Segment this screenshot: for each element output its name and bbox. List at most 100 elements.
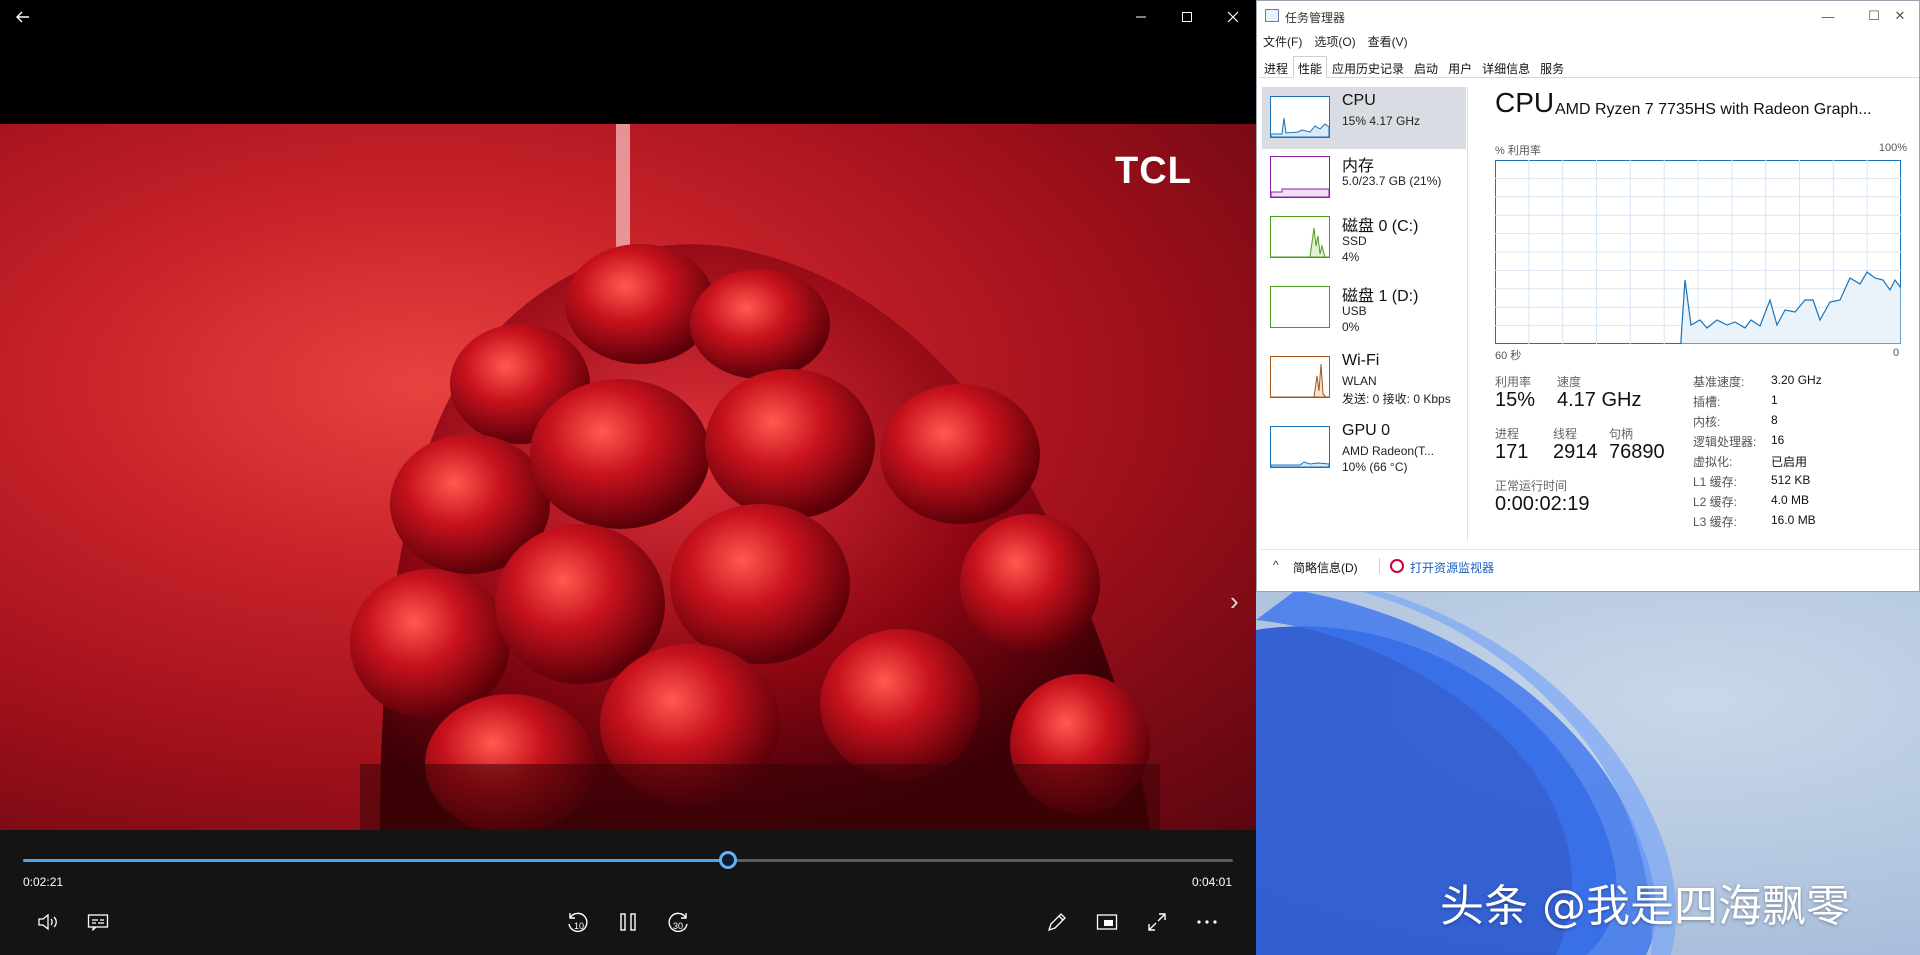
sidebar-label: 内存 — [1342, 158, 1375, 175]
forward-30-icon: 30 — [668, 912, 688, 933]
video-frame[interactable]: TCL › — [0, 124, 1256, 830]
back-arrow-icon — [16, 11, 29, 23]
tab-startup[interactable]: 启动 — [1409, 56, 1443, 78]
more-dots-icon — [1197, 920, 1217, 924]
sidebar-sub: SSD — [1342, 234, 1367, 248]
chevron-up-icon[interactable]: ^ — [1273, 558, 1279, 572]
minimize-icon — [1136, 16, 1146, 18]
spec-value: 1 — [1771, 393, 1778, 407]
sidebar-item-cpu[interactable]: CPU 15% 4.17 GHz — [1262, 87, 1466, 149]
task-manager-titlebar: 任务管理器 — ☐ ✕ — [1257, 1, 1919, 31]
time-elapsed: 0:02:21 — [23, 875, 64, 889]
fullscreen-button[interactable] — [1137, 902, 1177, 942]
maximize-button[interactable] — [1164, 0, 1210, 34]
sidebar-sub: AMD Radeon(T... — [1342, 444, 1435, 458]
tab-bar: 进程 性能 应用历史记录 启动 用户 详细信息 服务 — [1259, 56, 1919, 78]
spec-value: 已启用 — [1771, 455, 1808, 469]
tm-close-button[interactable]: ✕ — [1877, 1, 1920, 31]
sidebar-sub: 5.0/23.7 GB (21%) — [1342, 174, 1442, 188]
gpu-mini-graph — [1270, 426, 1330, 468]
back-button[interactable] — [0, 0, 46, 34]
sidebar-label: 磁盘 0 (C:) — [1342, 218, 1419, 235]
cpu-mini-graph — [1270, 96, 1330, 138]
svg-text:10: 10 — [574, 921, 584, 931]
sidebar-label: GPU 0 — [1342, 422, 1391, 439]
next-chevron-icon[interactable]: › — [1230, 586, 1239, 617]
resource-monitor-icon — [1390, 559, 1404, 573]
sidebar-label: 磁盘 1 (D:) — [1342, 288, 1419, 305]
menu-view[interactable]: 查看(V) — [1368, 33, 1408, 50]
stat-processes-value: 171 — [1495, 441, 1529, 463]
spec-label: 虚拟化: — [1693, 455, 1733, 469]
stat-utilization-value: 15% — [1495, 389, 1536, 411]
sidebar-item-wifi[interactable]: Wi-Fi WLAN 发送: 0 接收: 0 Kbps — [1262, 347, 1466, 409]
sidebar-sub: 15% 4.17 GHz — [1342, 114, 1421, 128]
memory-mini-graph — [1270, 156, 1330, 198]
tm-minimize-button[interactable]: — — [1805, 1, 1851, 31]
stat-processes-label: 进程 — [1495, 427, 1520, 441]
volume-icon — [38, 913, 57, 931]
seek-thumb[interactable] — [719, 851, 738, 869]
tab-users[interactable]: 用户 — [1443, 56, 1477, 78]
sidebar-item-memory[interactable]: 内存 5.0/23.7 GB (21%) — [1262, 147, 1466, 209]
spec-label: 逻辑处理器: — [1693, 435, 1757, 449]
spec-value: 8 — [1771, 413, 1778, 427]
rewind-10-button[interactable]: 10 — [558, 902, 598, 942]
sidebar-sub: WLAN — [1342, 374, 1377, 388]
pause-icon — [620, 913, 636, 931]
sidebar-sub: 发送: 0 接收: 0 Kbps — [1342, 392, 1451, 406]
subtitles-button[interactable] — [78, 902, 118, 942]
stat-utilization-label: 利用率 — [1495, 375, 1532, 389]
seek-bar[interactable] — [23, 851, 1233, 869]
rewind-10-icon: 10 — [568, 912, 588, 933]
tab-details[interactable]: 详细信息 — [1477, 56, 1535, 78]
wifi-mini-graph — [1270, 356, 1330, 398]
task-manager-window: 任务管理器 — ☐ ✕ 文件(F) 选项(O) 查看(V) 进程 性能 应用历史… — [1256, 0, 1920, 592]
tab-processes[interactable]: 进程 — [1259, 56, 1293, 78]
fullscreen-icon — [1148, 913, 1166, 931]
mini-view-button[interactable] — [1087, 902, 1127, 942]
stat-handles-label: 句柄 — [1609, 427, 1634, 441]
stat-threads-value: 2914 — [1553, 441, 1598, 463]
tab-services[interactable]: 服务 — [1535, 56, 1569, 78]
sidebar-sub: 10% (66 °C) — [1342, 460, 1408, 474]
spec-value: 3.20 GHz — [1771, 373, 1822, 387]
menu-file[interactable]: 文件(F) — [1263, 33, 1302, 50]
task-manager-footer: ^ 简略信息(D) 打开资源监视器 — [1259, 549, 1919, 585]
task-manager-app-icon — [1265, 9, 1279, 22]
forward-30-button[interactable]: 30 — [658, 902, 698, 942]
spec-value: 16.0 MB — [1771, 513, 1816, 527]
disk0-mini-graph — [1270, 216, 1330, 258]
media-player-window: TCL › 0:02:21 0:04:01 10 30 — [0, 0, 1256, 955]
fewer-details-link[interactable]: 简略信息(D) — [1293, 559, 1358, 576]
menu-options[interactable]: 选项(O) — [1314, 33, 1355, 50]
sidebar-item-disk-0[interactable]: 磁盘 0 (C:) SSD 4% — [1262, 207, 1466, 269]
minimize-button[interactable] — [1118, 0, 1164, 34]
footer-divider — [1379, 558, 1380, 574]
spec-label: L1 缓存: — [1693, 475, 1738, 489]
volume-button[interactable] — [28, 902, 68, 942]
spec-label: 基准速度: — [1693, 375, 1745, 389]
more-options-button[interactable] — [1187, 902, 1227, 942]
tab-app-history[interactable]: 应用历史记录 — [1327, 56, 1409, 78]
sidebar-item-disk-1[interactable]: 磁盘 1 (D:) USB 0% — [1262, 277, 1466, 339]
close-icon: ✕ — [1894, 8, 1906, 23]
open-resource-monitor-link[interactable]: 打开资源监视器 — [1410, 559, 1494, 576]
edit-button[interactable] — [1037, 902, 1077, 942]
sidebar-item-gpu-0[interactable]: GPU 0 AMD Radeon(T... 10% (66 °C) — [1262, 417, 1466, 479]
cpu-detail-panel: CPU AMD Ryzen 7 7735HS with Radeon Graph… — [1481, 87, 1919, 541]
utilization-axis-label: % 利用率 — [1495, 145, 1541, 157]
tcl-logo: TCL — [1115, 150, 1192, 192]
cpu-utilization-graph — [1495, 160, 1901, 344]
close-button[interactable] — [1210, 0, 1256, 34]
stat-uptime-label: 正常运行时间 — [1495, 479, 1568, 493]
svg-text:30: 30 — [673, 921, 683, 931]
graph-time-zero: 0 — [1893, 347, 1900, 359]
resource-sidebar: CPU 15% 4.17 GHz 内存 5.0/23.7 GB (21%) 磁盘… — [1262, 87, 1468, 541]
performance-panel: CPU 15% 4.17 GHz 内存 5.0/23.7 GB (21%) 磁盘… — [1259, 79, 1919, 541]
player-titlebar — [0, 0, 1256, 34]
menu-bar: 文件(F) 选项(O) 查看(V) — [1263, 33, 1408, 50]
tab-performance[interactable]: 性能 — [1293, 56, 1328, 78]
pause-button[interactable] — [608, 902, 648, 942]
spec-value: 512 KB — [1771, 473, 1811, 487]
